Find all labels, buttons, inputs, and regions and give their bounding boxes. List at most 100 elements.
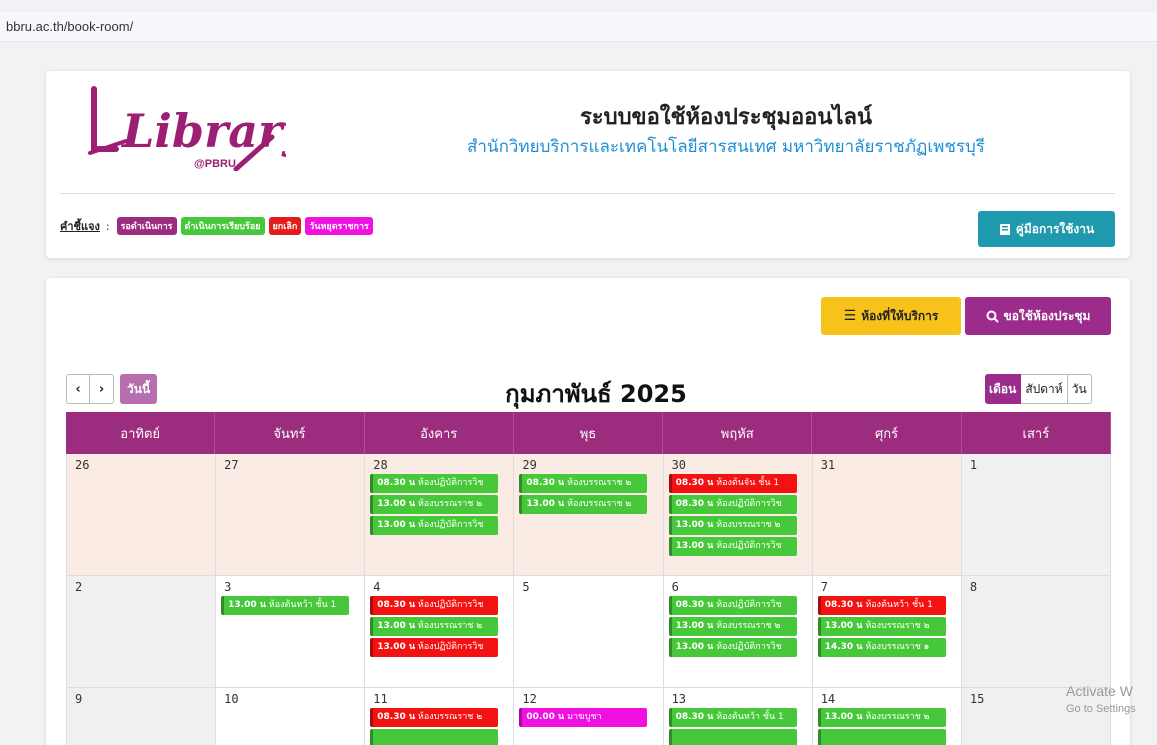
day-number[interactable]: 27 [224,458,356,472]
weekday-header-cell: อังคาร [365,412,514,454]
book-room-button[interactable]: ขอใช้ห้องประชุม [965,297,1111,335]
calendar-event[interactable]: 08.30 น ห้องบรรณราช ๒ [519,474,648,493]
library-logo[interactable]: Library @PBRU [86,79,312,172]
day-number[interactable]: 28 [373,458,505,472]
day-number[interactable]: 31 [821,458,953,472]
calendar-day-cell[interactable]: 4 08.30 น ห้องปฏิบัติการวิช 13.00 น ห้องบร… [365,576,515,688]
calendar-day-cell[interactable]: 6 08.30 น ห้องปฏิบัติการวิช 13.00 น ห้องบร… [663,576,813,688]
view-day-button[interactable]: วัน [1067,374,1092,404]
calendar-day-cell[interactable]: 1 [961,454,1111,576]
calendar-event[interactable]: 13.00 น ห้องบรรณราช ๒ [519,495,648,514]
day-number[interactable]: 1 [970,458,1102,472]
day-number[interactable]: 30 [672,458,804,472]
day-number[interactable]: 13 [672,692,804,706]
calendar-event[interactable]: 14.30 น ห้องบรรณราช ๑ [817,638,946,657]
calendar-event[interactable]: 13.00 น ห้องปฏิบัติการวิช [370,516,499,535]
system-subtitle: สำนักวิทยบริการและเทคโนโลยีสารสนเทศ มหาว… [467,137,985,157]
calendar-event[interactable]: 13.00 น ห้องปฏิบัติการวิช [668,537,797,556]
day-number[interactable]: 6 [672,580,804,594]
address-bar[interactable]: bbru.ac.th/book-room/ [0,12,1157,42]
calendar-day-cell[interactable]: 30 08.30 น ห้องต้นจัน ชั้น 1 08.30 น ห้องป… [663,454,813,576]
day-number[interactable]: 29 [522,458,654,472]
calendar-event[interactable]: 13.00 น ห้องบรรณราช ๒ [668,617,797,636]
legend-badge-holiday: วันหยุดราชการ [305,217,373,235]
event-time: 13.00 น [824,621,863,631]
user-manual-button[interactable]: คู่มือการใช้งาน [978,211,1115,247]
calendar-day-cell[interactable]: 5 [514,576,664,688]
month-calendar: อาทิตย์ จันทร์ อังคาร พุธ พฤหัส ศุกร์ เสาร์ 26… [66,412,1111,745]
calendar-day-cell[interactable]: 11 08.30 น ห้องบรรณราช ๒ [365,688,515,745]
calendar-day-cell[interactable]: 14 13.00 น ห้องบรรณราช ๒ [813,688,962,745]
event-time: 08.30 น [377,600,416,610]
event-title: ห้องบรรณราช ๒ [417,712,483,722]
calendar-event[interactable]: 13.00 น ห้องบรรณราช ๒ [817,617,946,636]
calendar-event[interactable] [668,729,797,745]
calendar-event[interactable] [370,729,499,745]
day-number[interactable]: 4 [373,580,505,594]
day-number[interactable]: 11 [373,692,505,706]
calendar-event[interactable]: 13.00 น ห้องปฏิบัติการวิช [370,638,499,657]
event-title: ห้องบรรณราช ๒ [417,621,483,631]
day-number[interactable]: 10 [224,692,356,706]
calendar-event[interactable]: 00.00 น มาฆบูชา [519,708,648,727]
calendar-event[interactable]: 08.30 น ห้องปฏิบัติการวิช [668,596,797,615]
day-number[interactable]: 8 [970,580,1102,594]
calendar-event[interactable] [817,729,946,745]
event-time: 13.00 น [377,499,416,509]
day-number[interactable]: 26 [75,458,207,472]
calendar-day-cell[interactable]: 29 08.30 น ห้องบรรณราช ๒ 13.00 น ห้องบรรณร… [514,454,664,576]
calendar-day-cell[interactable]: 13 08.30 น ห้องต้นหว้า ชั้น 1 [664,688,813,745]
calendar-event[interactable]: 13.00 น ห้องบรรณราช ๒ [370,495,499,514]
calendar-day-cell[interactable]: 31 [812,454,962,576]
day-number[interactable]: 14 [821,692,953,706]
calendar-event[interactable]: 08.30 น ห้องต้นจัน ชั้น 1 [668,474,797,493]
calendar-event[interactable]: 13.00 น ห้องบรรณราช ๒ [817,708,946,727]
weekday-header-cell: ศุกร์ [812,412,962,454]
next-month-button[interactable]: › [90,374,114,404]
calendar-day-cell[interactable]: 12 00.00 น มาฆบูชา [514,688,664,745]
calendar-event[interactable]: 13.00 น ห้องบรรณราช ๒ [370,617,499,636]
prev-month-button[interactable]: ‹ [66,374,90,404]
url-text[interactable]: bbru.ac.th/book-room/ [6,19,133,34]
calendar-day-cell[interactable]: 8 [961,576,1111,688]
rooms-button[interactable]: ☰ ห้องที่ให้บริการ [821,297,961,335]
calendar-nav: ‹ › วันนี้ [66,374,158,404]
calendar-day-cell[interactable]: 2 [67,576,217,688]
calendar-event[interactable]: 13.00 น ห้องต้นหว้า ชั้น 1 [221,596,350,615]
calendar-event[interactable]: 08.30 น ห้องต้นหว้า ชั้น 1 [817,596,946,615]
calendar-event[interactable]: 13.00 น ห้องบรรณราช ๒ [668,516,797,535]
calendar-day-cell[interactable]: 28 08.30 น ห้องปฏิบัติการวิช 13.00 น ห้องบ… [365,454,515,576]
watermark-line2: Go to Settings [1066,703,1136,715]
calendar-day-cell[interactable]: 10 [216,688,366,745]
event-title: ห้องปฏิบัติการวิช [716,600,782,610]
event-time: 08.30 น [377,712,416,722]
calendar-event[interactable]: 08.30 น ห้องบรรณราช ๒ [370,708,499,727]
calendar-day-cell[interactable]: 27 [216,454,366,576]
calendar-day-cell[interactable]: 7 08.30 น ห้องต้นหว้า ชั้น 1 13.00 น ห้องบ… [812,576,962,688]
weekday-header-cell: อาทิตย์ [66,412,216,454]
view-switcher: เดือน สัปดาห์ วัน [985,374,1092,404]
calendar-event[interactable]: 13.00 น ห้องปฏิบัติการวิช [668,638,797,657]
day-number[interactable]: 12 [522,692,654,706]
calendar-day-cell[interactable]: 26 [67,454,217,576]
calendar-day-cell[interactable]: 9 [67,688,217,745]
event-title: ห้องบรรณราช ๑ [865,642,930,652]
view-month-button[interactable]: เดือน [985,374,1022,404]
legend-badge-pending: รอดำเนินการ [116,217,177,235]
calendar-event[interactable]: 08.30 น ห้องปฏิบัติการวิช [370,474,499,493]
calendar-event[interactable]: 08.30 น ห้องปฏิบัติการวิช [370,596,499,615]
calendar-event[interactable]: 08.30 น ห้องต้นหว้า ชั้น 1 [668,708,797,727]
event-title: ห้องปฏิบัติการวิช [417,478,484,488]
day-number[interactable]: 3 [224,580,356,594]
calendar-day-cell[interactable]: 3 13.00 น ห้องต้นหว้า ชั้น 1 [216,576,366,688]
calendar-week-row: 9 10 11 08.30 น ห้องบรรณราช ๒ 12 00.00 น มาฆ… [66,688,1111,745]
day-number[interactable]: 5 [522,580,654,594]
day-number[interactable]: 2 [75,580,207,594]
day-number[interactable]: 7 [821,580,953,594]
event-time: 13.00 น [228,600,266,610]
view-week-button[interactable]: สัปดาห์ [1021,374,1068,404]
event-title: ห้องบรรณราช ๒ [567,499,632,509]
day-number[interactable]: 9 [75,692,207,706]
calendar-event[interactable]: 08.30 น ห้องปฏิบัติการวิช [668,495,797,514]
today-button[interactable]: วันนี้ [120,374,158,404]
